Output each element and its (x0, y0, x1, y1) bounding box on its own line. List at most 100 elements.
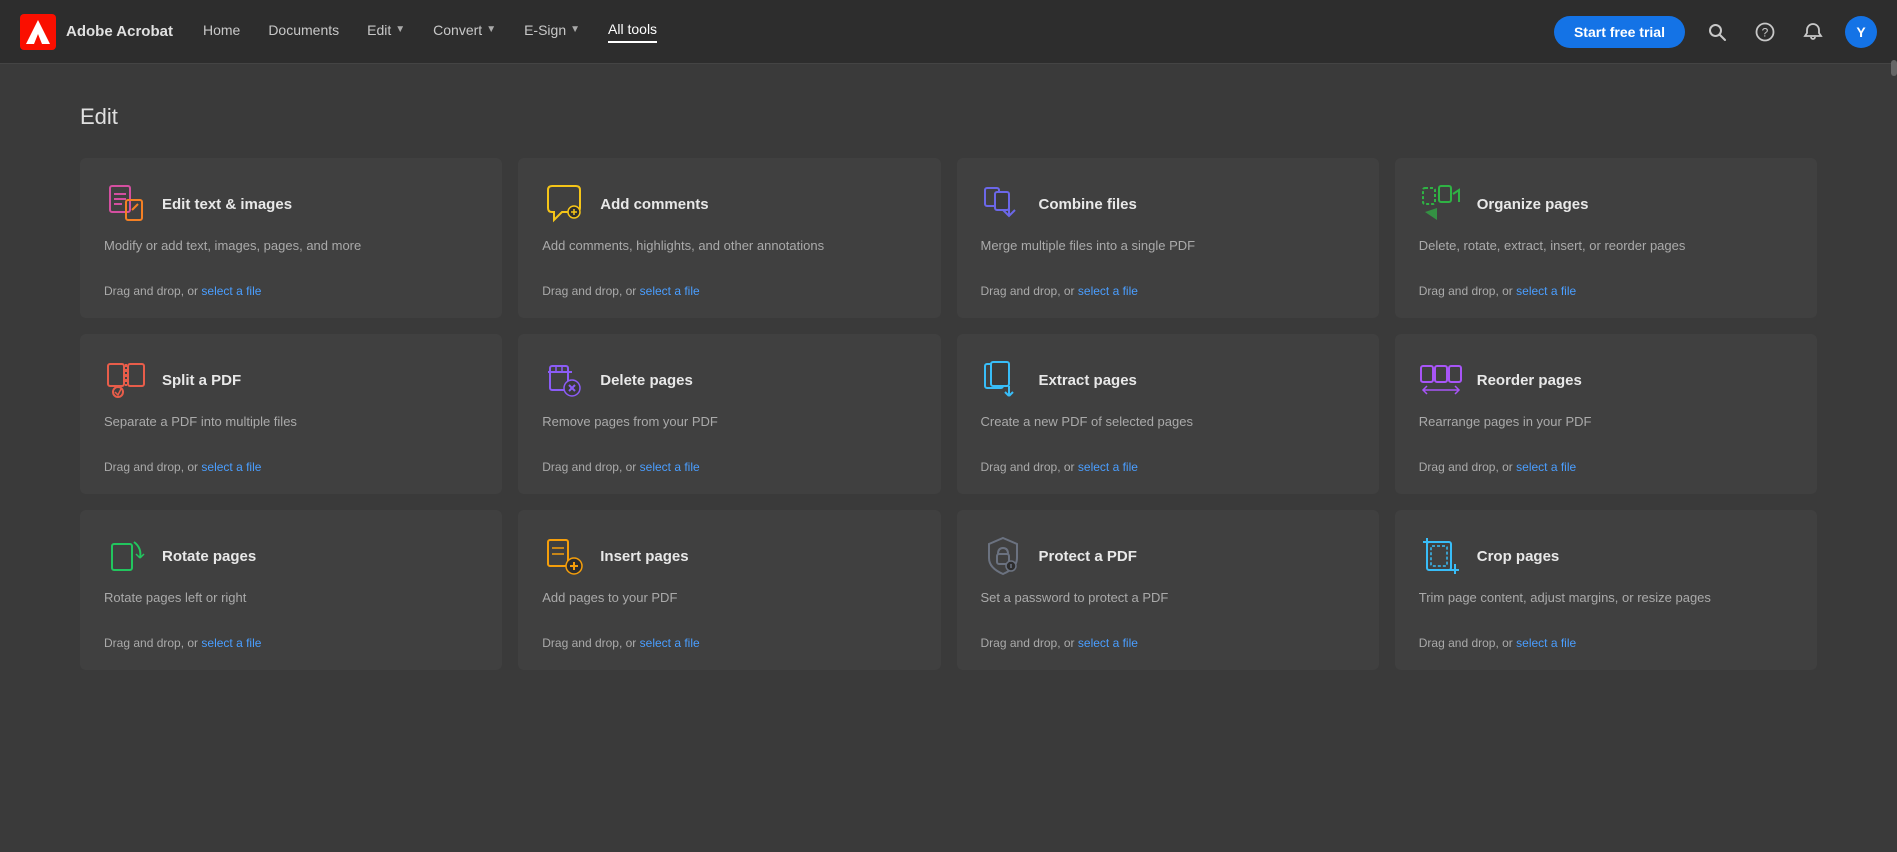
tool-drop: Drag and drop, or select a file (104, 636, 478, 650)
tool-drop: Drag and drop, or select a file (104, 460, 478, 474)
tool-desc: Set a password to protect a PDF (981, 588, 1355, 624)
select-file-link[interactable]: select a file (201, 636, 261, 650)
nav-esign[interactable]: E-Sign ▼ (524, 22, 580, 42)
tool-header: Rotate pages (104, 534, 478, 578)
nav-home[interactable]: Home (203, 22, 240, 42)
insert-pages-icon (542, 534, 586, 578)
tool-desc: Add comments, highlights, and other anno… (542, 236, 916, 272)
tool-card-extract-pages[interactable]: Extract pages Create a new PDF of select… (957, 334, 1379, 494)
select-file-link[interactable]: select a file (201, 284, 261, 298)
tool-drop: Drag and drop, or select a file (542, 636, 916, 650)
tool-drop: Drag and drop, or select a file (981, 636, 1355, 650)
tool-header: Delete pages (542, 358, 916, 402)
tool-drop: Drag and drop, or select a file (542, 460, 916, 474)
tool-header: Extract pages (981, 358, 1355, 402)
tool-card-add-comments[interactable]: Add comments Add comments, highlights, a… (518, 158, 940, 318)
select-file-link[interactable]: select a file (640, 284, 700, 298)
tool-title: Crop pages (1477, 548, 1560, 565)
tool-drop: Drag and drop, or select a file (104, 284, 478, 298)
tool-title: Combine files (1039, 196, 1137, 213)
tool-desc: Merge multiple files into a single PDF (981, 236, 1355, 272)
delete-pages-icon (542, 358, 586, 402)
nav-documents[interactable]: Documents (268, 22, 339, 42)
tool-drop: Drag and drop, or select a file (981, 460, 1355, 474)
tool-card-insert-pages[interactable]: Insert pages Add pages to your PDF Drag … (518, 510, 940, 670)
search-icon (1707, 22, 1727, 42)
tool-title: Extract pages (1039, 372, 1137, 389)
select-file-link[interactable]: select a file (1078, 284, 1138, 298)
tool-title: Reorder pages (1477, 372, 1582, 389)
select-file-link[interactable]: select a file (640, 460, 700, 474)
tool-title: Protect a PDF (1039, 548, 1137, 565)
tool-header: Crop pages (1419, 534, 1793, 578)
tool-header: Edit text & images (104, 182, 478, 226)
search-button[interactable] (1701, 16, 1733, 48)
split-pdf-icon (104, 358, 148, 402)
reorder-pages-icon (1419, 358, 1463, 402)
select-file-link[interactable]: select a file (640, 636, 700, 650)
crop-pages-icon (1419, 534, 1463, 578)
tool-card-edit-text-images[interactable]: Edit text & images Modify or add text, i… (80, 158, 502, 318)
tool-desc: Create a new PDF of selected pages (981, 412, 1355, 448)
brand-name: Adobe Acrobat (66, 23, 173, 40)
select-file-link[interactable]: select a file (1516, 284, 1576, 298)
help-button[interactable]: ? (1749, 16, 1781, 48)
tool-card-combine-files[interactable]: Combine files Merge multiple files into … (957, 158, 1379, 318)
nav-actions: Start free trial ? Y (1554, 16, 1877, 48)
tool-title: Insert pages (600, 548, 688, 565)
tool-drop: Drag and drop, or select a file (542, 284, 916, 298)
avatar[interactable]: Y (1845, 16, 1877, 48)
nav-convert[interactable]: Convert ▼ (433, 22, 496, 42)
tool-drop: Drag and drop, or select a file (1419, 460, 1793, 474)
tool-header: Combine files (981, 182, 1355, 226)
tool-card-delete-pages[interactable]: Delete pages Remove pages from your PDF … (518, 334, 940, 494)
adobe-logo-icon (20, 14, 56, 50)
select-file-link[interactable]: select a file (201, 460, 261, 474)
tool-header: Insert pages (542, 534, 916, 578)
tool-title: Split a PDF (162, 372, 241, 389)
convert-chevron-icon: ▼ (486, 24, 496, 35)
start-trial-button[interactable]: Start free trial (1554, 16, 1685, 48)
tool-header: Add comments (542, 182, 916, 226)
notifications-button[interactable] (1797, 16, 1829, 48)
logo[interactable]: Adobe Acrobat (20, 14, 173, 50)
help-icon: ? (1755, 22, 1775, 42)
tool-card-organize-pages[interactable]: Organize pages Delete, rotate, extract, … (1395, 158, 1817, 318)
tool-drop: Drag and drop, or select a file (1419, 636, 1793, 650)
tool-header: Protect a PDF (981, 534, 1355, 578)
tool-card-crop-pages[interactable]: Crop pages Trim page content, adjust mar… (1395, 510, 1817, 670)
scrollbar[interactable] (1891, 60, 1897, 76)
tool-title: Rotate pages (162, 548, 256, 565)
select-file-link[interactable]: select a file (1078, 636, 1138, 650)
select-file-link[interactable]: select a file (1078, 460, 1138, 474)
tool-card-protect-pdf[interactable]: Protect a PDF Set a password to protect … (957, 510, 1379, 670)
tool-desc: Rearrange pages in your PDF (1419, 412, 1793, 448)
tool-desc: Delete, rotate, extract, insert, or reor… (1419, 236, 1793, 272)
nav-edit[interactable]: Edit ▼ (367, 22, 405, 42)
extract-pages-icon (981, 358, 1025, 402)
select-file-link[interactable]: select a file (1516, 460, 1576, 474)
main-content: Edit Edit text & images Modify or add te… (0, 64, 1897, 726)
tool-desc: Remove pages from your PDF (542, 412, 916, 448)
tool-card-rotate-pages[interactable]: Rotate pages Rotate pages left or right … (80, 510, 502, 670)
select-file-link[interactable]: select a file (1516, 636, 1576, 650)
tool-header: Organize pages (1419, 182, 1793, 226)
tool-card-split-pdf[interactable]: Split a PDF Separate a PDF into multiple… (80, 334, 502, 494)
protect-pdf-icon (981, 534, 1025, 578)
svg-text:?: ? (1762, 25, 1769, 39)
tool-desc: Add pages to your PDF (542, 588, 916, 624)
rotate-pages-icon (104, 534, 148, 578)
nav-all-tools[interactable]: All tools (608, 21, 657, 43)
nav-links: Home Documents Edit ▼ Convert ▼ E-Sign ▼… (203, 21, 1524, 43)
edit-chevron-icon: ▼ (395, 24, 405, 35)
tool-title: Delete pages (600, 372, 693, 389)
tool-card-reorder-pages[interactable]: Reorder pages Rearrange pages in your PD… (1395, 334, 1817, 494)
tool-header: Split a PDF (104, 358, 478, 402)
add-comments-icon (542, 182, 586, 226)
esign-chevron-icon: ▼ (570, 24, 580, 35)
navbar: Adobe Acrobat Home Documents Edit ▼ Conv… (0, 0, 1897, 64)
edit-text-images-icon (104, 182, 148, 226)
tool-desc: Trim page content, adjust margins, or re… (1419, 588, 1793, 624)
tools-grid-row1: Edit text & images Modify or add text, i… (80, 158, 1817, 318)
tool-title: Organize pages (1477, 196, 1589, 213)
